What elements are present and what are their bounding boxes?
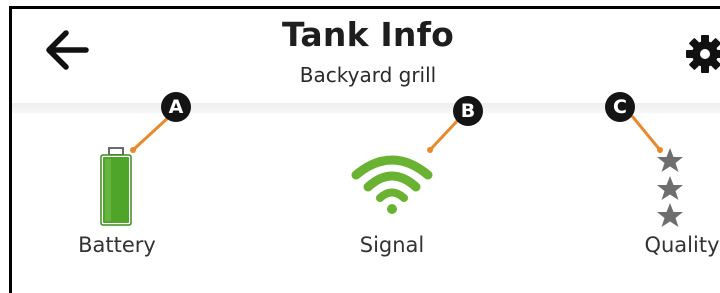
gear-icon bbox=[686, 35, 720, 73]
battery-stat[interactable]: Battery bbox=[52, 113, 192, 293]
callout-a-badge: A bbox=[161, 92, 191, 122]
battery-icon bbox=[100, 147, 132, 226]
callout-c-badge: C bbox=[605, 92, 635, 122]
battery-label: Battery bbox=[78, 233, 156, 257]
wifi-signal-icon bbox=[351, 155, 433, 214]
page-subtitle: Backyard grill bbox=[299, 63, 437, 87]
signal-stat[interactable]: Signal bbox=[322, 113, 462, 293]
app-screen: Tank Info Backyard grill Battery Signal … bbox=[9, 6, 720, 293]
settings-button[interactable] bbox=[684, 33, 720, 75]
top-bar: Tank Info Backyard grill bbox=[12, 9, 720, 103]
quality-stat[interactable]: Quality bbox=[612, 113, 720, 293]
tank-stats-panel: Battery Signal Quality bbox=[12, 113, 720, 293]
page-title: Tank Info bbox=[281, 15, 455, 54]
quality-label: Quality bbox=[644, 233, 720, 257]
callout-b-badge: B bbox=[453, 96, 483, 126]
star-rating-icon bbox=[657, 148, 683, 227]
signal-label: Signal bbox=[359, 233, 425, 257]
